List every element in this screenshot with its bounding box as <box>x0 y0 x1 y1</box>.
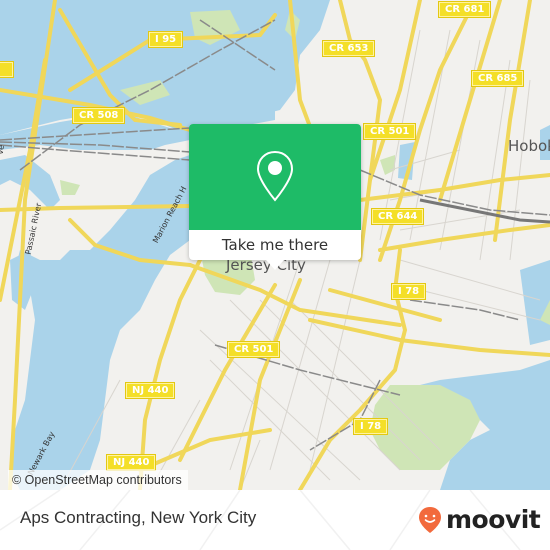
road-shield-i95: I 95 <box>149 32 183 47</box>
map-attribution[interactable]: © OpenStreetMap contributors <box>8 470 188 490</box>
road-shield-cr508: CR 508 <box>73 108 125 123</box>
rail-heavy <box>419 198 550 224</box>
take-me-there-button[interactable]: Take me there <box>189 230 361 260</box>
road-shield-cr644: CR 644 <box>372 209 424 224</box>
map-view[interactable]: I 95 CR 508 CR 653 CR 681 CR 685 CR 501 … <box>0 0 550 490</box>
popup-tail <box>266 260 284 270</box>
popup-header[interactable] <box>189 124 361 230</box>
road-shield-i78-south: I 78 <box>354 419 388 434</box>
map-pin-icon <box>256 150 294 202</box>
place-title: Aps Contracting, New York City <box>20 508 257 527</box>
road-shield-nj440-north: NJ 440 <box>126 383 175 398</box>
road-shield-i78-north: I 78 <box>392 284 426 299</box>
road-shield-partial <box>0 62 13 77</box>
location-popup: Take me there <box>189 124 361 270</box>
moovit-logo[interactable]: moovit <box>418 505 541 534</box>
road-shield-cr653: CR 653 <box>323 41 375 56</box>
road-shield-nj440-south: NJ 440 <box>107 455 156 470</box>
road-shield-cr681: CR 681 <box>439 2 491 17</box>
brand-name: moovit <box>446 505 541 534</box>
road-shield-cr685: CR 685 <box>472 71 524 86</box>
road-shield-cr501-north: CR 501 <box>364 124 416 139</box>
moovit-smiley-pin-icon <box>419 506 441 533</box>
road-shield-cr501-south: CR 501 <box>228 342 280 357</box>
place-label-hoboken: Hobok <box>508 137 550 155</box>
